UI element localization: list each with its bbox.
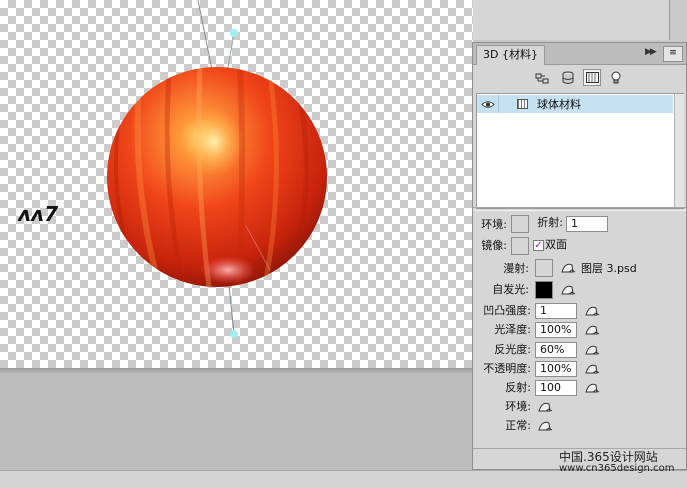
refraction-field[interactable]: 1 [566, 216, 608, 232]
material-name: 球体材料 [537, 98, 581, 111]
watermark-line2: www.cn365design.com [559, 463, 675, 474]
texture-menu-icon[interactable] [584, 343, 600, 357]
double-sided-checkbox[interactable]: ✓ [533, 240, 544, 251]
diffuse-label: 漫射: [503, 262, 529, 275]
reflection-label: 镜像: [481, 239, 507, 252]
material-icon-small [517, 99, 528, 109]
list-item-material[interactable]: 球体材料 [477, 95, 673, 113]
reflectivity-label: 反射: [505, 381, 531, 394]
site-watermark: 中国.365设计网站 www.cn365design.com [559, 450, 675, 474]
light-icon[interactable] [607, 69, 625, 86]
reflectivity-field[interactable]: 100 [535, 380, 577, 396]
material-list: 球体材料 [476, 93, 684, 209]
texture-menu-icon[interactable] [584, 304, 600, 318]
environment-map-label: 环境: [505, 400, 531, 413]
environment-swatch[interactable] [511, 215, 529, 233]
gizmo-line [228, 284, 235, 335]
3d-materials-panel: 3D {材料} ▶▶ ≡ 球体材料 环境: 折射: 1 镜像: ✓ 双面 漫射:… [472, 42, 687, 470]
gizmo-handle[interactable] [230, 29, 238, 37]
shine-label: 反光度: [494, 343, 531, 356]
environment-label: 环境: [481, 218, 507, 231]
eye-icon[interactable] [478, 95, 499, 113]
list-scrollbar[interactable] [674, 94, 684, 208]
texture-menu-icon[interactable] [584, 323, 600, 337]
bump-field[interactable]: 1 [535, 303, 577, 319]
refraction-label: 折射: [537, 216, 563, 229]
sphere-reflection [200, 256, 256, 284]
self-illumination-label: 自发光: [492, 283, 529, 296]
texture-menu-icon[interactable] [584, 381, 600, 395]
panel-divider[interactable] [473, 207, 686, 211]
watermark-logo: ᴧᴧ7 [18, 203, 58, 225]
texture-menu-icon[interactable] [537, 400, 553, 414]
texture-menu-icon[interactable] [584, 362, 600, 376]
diffuse-texture-name[interactable]: 图层 3.psd [581, 261, 637, 277]
gizmo-line [197, 0, 213, 71]
diffuse-swatch[interactable] [535, 259, 553, 277]
material-icon[interactable] [583, 69, 601, 86]
sphere-highlight [184, 108, 244, 176]
watermark-line1: 中国.365设计网站 [559, 450, 658, 464]
shine-field[interactable]: 60% [535, 342, 577, 358]
texture-menu-icon[interactable] [560, 283, 576, 297]
collapse-panel-icon[interactable]: ▶▶ [645, 47, 657, 57]
mesh-icon[interactable] [559, 69, 577, 86]
bump-label: 凹凸强度: [483, 304, 531, 317]
panel-dock-top-inner [473, 0, 670, 40]
double-sided-label: 双面 [545, 238, 567, 251]
glossiness-label: 光泽度: [494, 323, 531, 336]
panel-menu-button[interactable]: ≡ [663, 46, 683, 62]
3d-sphere-render[interactable] [0, 0, 473, 370]
texture-menu-icon[interactable] [560, 261, 576, 275]
svg-text:ᴧᴧ7: ᴧᴧ7 [18, 203, 58, 225]
reflection-swatch[interactable] [511, 237, 529, 255]
scene-icon[interactable] [533, 69, 551, 86]
texture-menu-icon[interactable] [537, 419, 553, 433]
opacity-label: 不透明度: [483, 362, 531, 375]
self-illumination-swatch[interactable] [535, 281, 553, 299]
panel-header: 3D {材料} ▶▶ ≡ [473, 43, 686, 65]
glossiness-field[interactable]: 100% [535, 322, 577, 338]
normal-label: 正常: [505, 419, 531, 432]
tab-3d-materials[interactable]: 3D {材料} [476, 45, 545, 65]
gizmo-handle[interactable] [230, 330, 238, 338]
opacity-field[interactable]: 100% [535, 361, 577, 377]
